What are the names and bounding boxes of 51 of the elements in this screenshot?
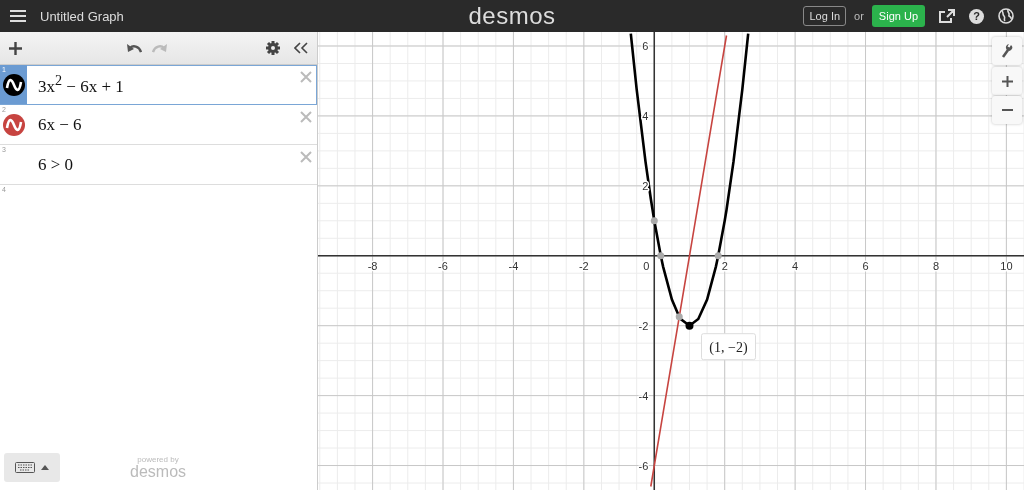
undo-icon[interactable] (126, 43, 142, 53)
tick-label: -2 (638, 319, 649, 332)
point-marker-drawing (714, 252, 722, 260)
point-marker-drawing (650, 217, 658, 225)
plus-icon (1001, 75, 1013, 87)
menu-icon[interactable] (10, 9, 26, 23)
point-marker-drawing (657, 252, 665, 260)
expression-text[interactable]: 6x − 6 (38, 114, 82, 135)
keyboard-icon (15, 461, 35, 473)
minus-icon (1001, 109, 1013, 111)
tick-label: 2 (721, 259, 728, 272)
tick-label: 2 (642, 179, 649, 192)
tick-label: -4 (638, 389, 649, 402)
tick-label: 8 (932, 259, 940, 272)
graph-color-icon[interactable] (2, 113, 25, 136)
tick-label: -2 (578, 259, 589, 272)
brand-logo: desmos (130, 463, 187, 480)
logo: desmos (468, 2, 556, 30)
tick-label: -4 (508, 259, 519, 272)
settings-icon[interactable] (266, 41, 280, 55)
graph-color-icon[interactable] (2, 73, 25, 96)
graph-point[interactable] (685, 321, 694, 330)
share-icon[interactable] (939, 9, 955, 23)
powered-by-label: powered by (137, 454, 179, 464)
collapse-icon[interactable] (294, 42, 308, 54)
point-marker-drawing (675, 313, 683, 321)
point-label: (1, −2) (701, 333, 756, 361)
tick-label: 4 (642, 109, 649, 122)
login-button[interactable]: Log In (803, 6, 847, 26)
tick-label: -6 (438, 259, 448, 272)
expression-text[interactable]: 3x$^{2}$ − 6x + 1 (38, 72, 124, 97)
wrench-icon (1001, 44, 1013, 58)
keyboard-button[interactable] (4, 452, 60, 482)
help-button[interactable]: ? (969, 8, 984, 24)
origin-label: 0 (643, 259, 650, 272)
globe-icon[interactable] (998, 8, 1014, 24)
or-label: or (854, 10, 864, 22)
tick-label: 6 (642, 40, 649, 52)
tick-label: -8 (367, 259, 378, 272)
tick-label: 6 (862, 259, 869, 272)
settings-button[interactable] (992, 37, 1022, 65)
caret-icon (41, 464, 49, 470)
expression-text[interactable]: 6 > 0 (38, 154, 74, 175)
annotation: (1, −2) (709, 339, 748, 356)
zoom-out-button[interactable] (992, 96, 1022, 124)
tick-label: 4 (792, 259, 799, 272)
tick-label: -6 (638, 459, 649, 472)
graph-title[interactable]: Untitled Graph (40, 8, 124, 24)
add-icon[interactable] (9, 41, 22, 55)
zoom-in-button[interactable] (992, 67, 1022, 95)
tick-label: 10 (1000, 259, 1013, 272)
